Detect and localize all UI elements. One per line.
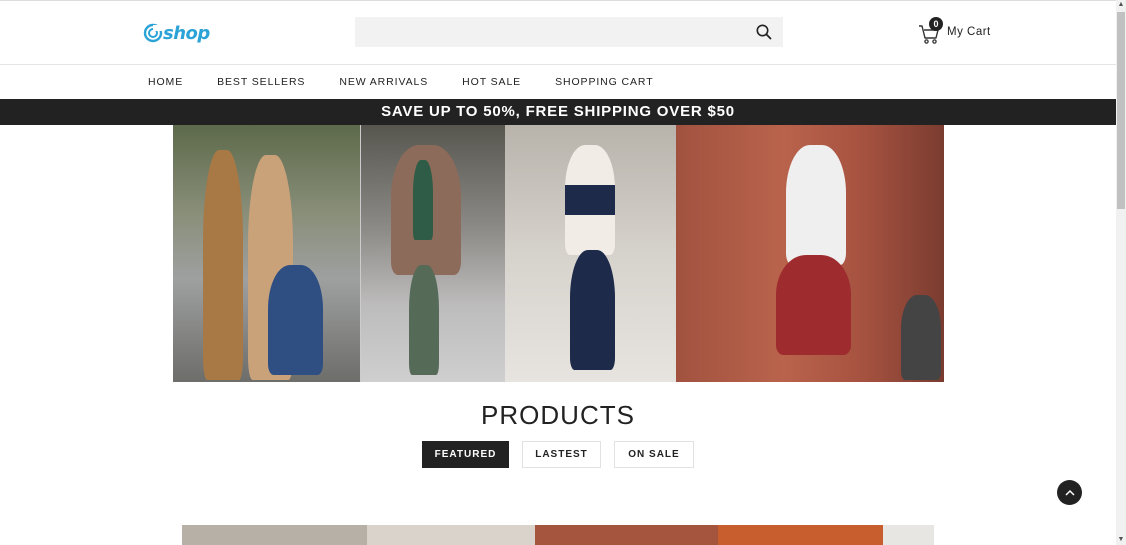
- scrollbar-thumb[interactable]: [1117, 12, 1125, 209]
- cart-button[interactable]: 0 My Cart: [918, 17, 991, 46]
- promo-banner: SAVE UP TO 50%, FREE SHIPPING OVER $50: [0, 99, 1116, 125]
- product-thumb[interactable]: [718, 525, 883, 545]
- hero-photo-1: [173, 125, 360, 382]
- top-border: [0, 0, 1116, 1]
- page-scrollbar[interactable]: ▲ ▼: [1116, 0, 1126, 545]
- cart-count-badge: 0: [929, 17, 943, 31]
- product-tabs: FEATURED LASTEST ON SALE: [422, 441, 707, 468]
- page: shop 0 My Cart HOME BEST SELLERS NEW ARR…: [0, 0, 1116, 545]
- tab-on-sale[interactable]: ON SALE: [614, 441, 694, 468]
- products-heading: PRODUCTS: [481, 400, 635, 430]
- cart-label: My Cart: [947, 26, 991, 38]
- scroll-down-arrow-icon[interactable]: ▼: [1116, 535, 1126, 545]
- product-thumbnails-strip: [182, 525, 934, 545]
- main-nav: HOME BEST SELLERS NEW ARRIVALS HOT SALE …: [148, 65, 688, 98]
- nav-best-sellers[interactable]: BEST SELLERS: [217, 76, 305, 88]
- product-thumb[interactable]: [182, 525, 367, 545]
- scroll-up-arrow-icon[interactable]: ▲: [1116, 0, 1126, 10]
- hero-photo-4: [676, 125, 944, 382]
- logo-text: shop: [163, 22, 210, 44]
- logo-swirl-icon: [143, 23, 163, 43]
- search-icon[interactable]: [755, 23, 773, 41]
- back-to-top-button[interactable]: [1057, 480, 1082, 505]
- chevron-up-icon: [1065, 489, 1075, 496]
- tab-featured[interactable]: FEATURED: [422, 441, 509, 468]
- hero-photo-2: [360, 125, 505, 382]
- search-bar: [355, 17, 783, 47]
- hero-banner[interactable]: [173, 125, 944, 382]
- product-thumb[interactable]: [535, 525, 718, 545]
- nav-home[interactable]: HOME: [148, 76, 183, 88]
- nav-hot-sale[interactable]: HOT SALE: [462, 76, 521, 88]
- tab-lastest[interactable]: LASTEST: [522, 441, 601, 468]
- shop-logo[interactable]: shop: [143, 21, 210, 45]
- product-thumb[interactable]: [883, 525, 934, 545]
- product-thumb[interactable]: [367, 525, 535, 545]
- search-input[interactable]: [355, 17, 745, 47]
- nav-shopping-cart[interactable]: SHOPPING CART: [555, 76, 653, 88]
- hero-photo-3: [505, 125, 676, 382]
- nav-new-arrivals[interactable]: NEW ARRIVALS: [339, 76, 428, 88]
